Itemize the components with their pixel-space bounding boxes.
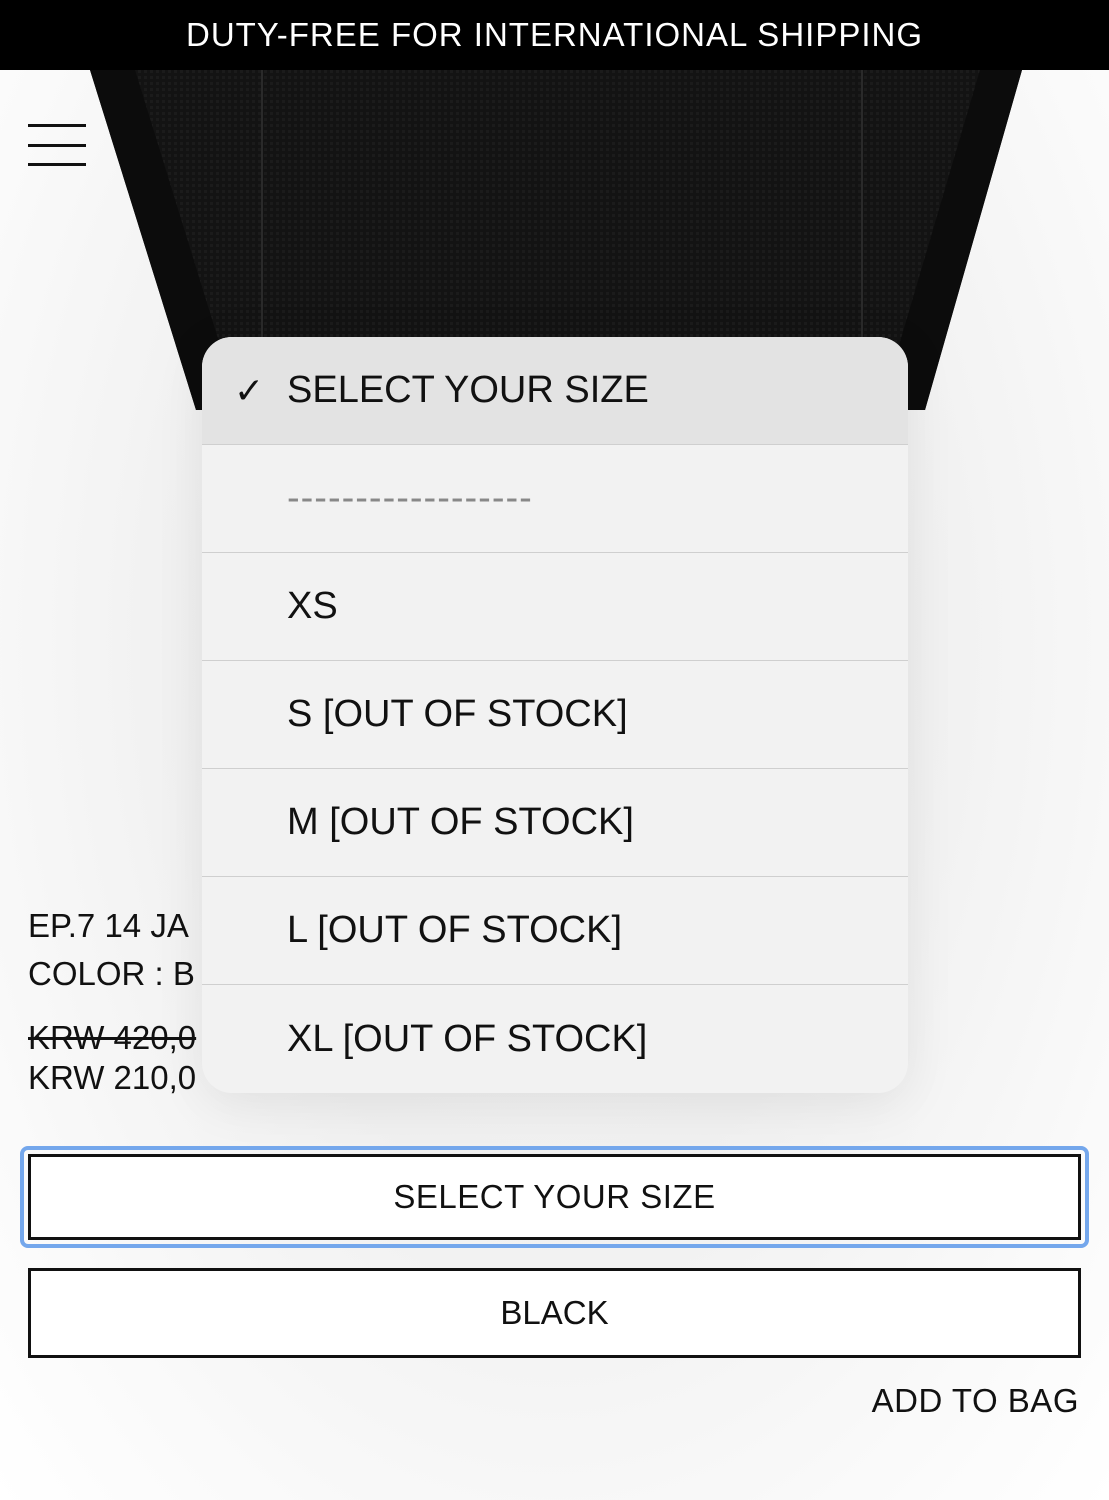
hamburger-menu-icon[interactable] bbox=[28, 124, 86, 166]
picker-option-xs[interactable]: XS bbox=[202, 553, 908, 661]
picker-option-select-your-size[interactable]: ✓ SELECT YOUR SIZE bbox=[202, 337, 908, 445]
product-info: EP.7 14 JA COLOR : B bbox=[28, 902, 195, 998]
picker-option-l[interactable]: L [OUT OF STOCK] bbox=[202, 877, 908, 985]
picker-option-label: ------------------ bbox=[287, 477, 533, 519]
picker-option-separator[interactable]: ------------------ bbox=[202, 445, 908, 553]
sale-price: KRW 210,0 bbox=[28, 1059, 197, 1096]
size-picker-popover: ✓ SELECT YOUR SIZE ------------------ XS… bbox=[202, 337, 908, 1093]
picker-option-label: SELECT YOUR SIZE bbox=[287, 369, 649, 411]
picker-option-label: XL [OUT OF STOCK] bbox=[287, 1017, 648, 1060]
menu-line bbox=[28, 143, 86, 147]
color-select-label: BLACK bbox=[500, 1294, 609, 1331]
picker-option-label: L [OUT OF STOCK] bbox=[287, 909, 623, 951]
size-select[interactable]: SELECT YOUR SIZE bbox=[28, 1154, 1081, 1240]
product-name: EP.7 14 JA bbox=[28, 907, 189, 944]
picker-option-label: S [OUT OF STOCK] bbox=[287, 693, 628, 735]
size-select-focus-ring: SELECT YOUR SIZE bbox=[20, 1146, 1089, 1248]
menu-line bbox=[28, 124, 86, 127]
picker-option-xl[interactable]: XL [OUT OF STOCK] bbox=[202, 985, 908, 1093]
picker-option-label: XS bbox=[287, 585, 338, 627]
picker-option-m[interactable]: M [OUT OF STOCK] bbox=[202, 769, 908, 877]
checkmark-icon: ✓ bbox=[234, 369, 265, 411]
add-to-bag-label: ADD TO BAG bbox=[871, 1382, 1079, 1419]
announcement-bar: DUTY-FREE FOR INTERNATIONAL SHIPPING bbox=[0, 0, 1109, 70]
announcement-text: DUTY-FREE FOR INTERNATIONAL SHIPPING bbox=[185, 16, 924, 53]
color-select[interactable]: BLACK bbox=[28, 1268, 1081, 1358]
picker-option-s[interactable]: S [OUT OF STOCK] bbox=[202, 661, 908, 769]
add-to-bag-button[interactable]: ADD TO BAG bbox=[872, 1382, 1079, 1420]
size-select-label: SELECT YOUR SIZE bbox=[393, 1178, 716, 1215]
original-price: KRW 420,0 bbox=[28, 1019, 197, 1056]
price-block: KRW 420,0 KRW 210,0 bbox=[28, 1018, 196, 1098]
menu-line bbox=[28, 163, 86, 166]
picker-option-label: M [OUT OF STOCK] bbox=[287, 801, 634, 843]
product-color: COLOR : B bbox=[28, 955, 195, 992]
